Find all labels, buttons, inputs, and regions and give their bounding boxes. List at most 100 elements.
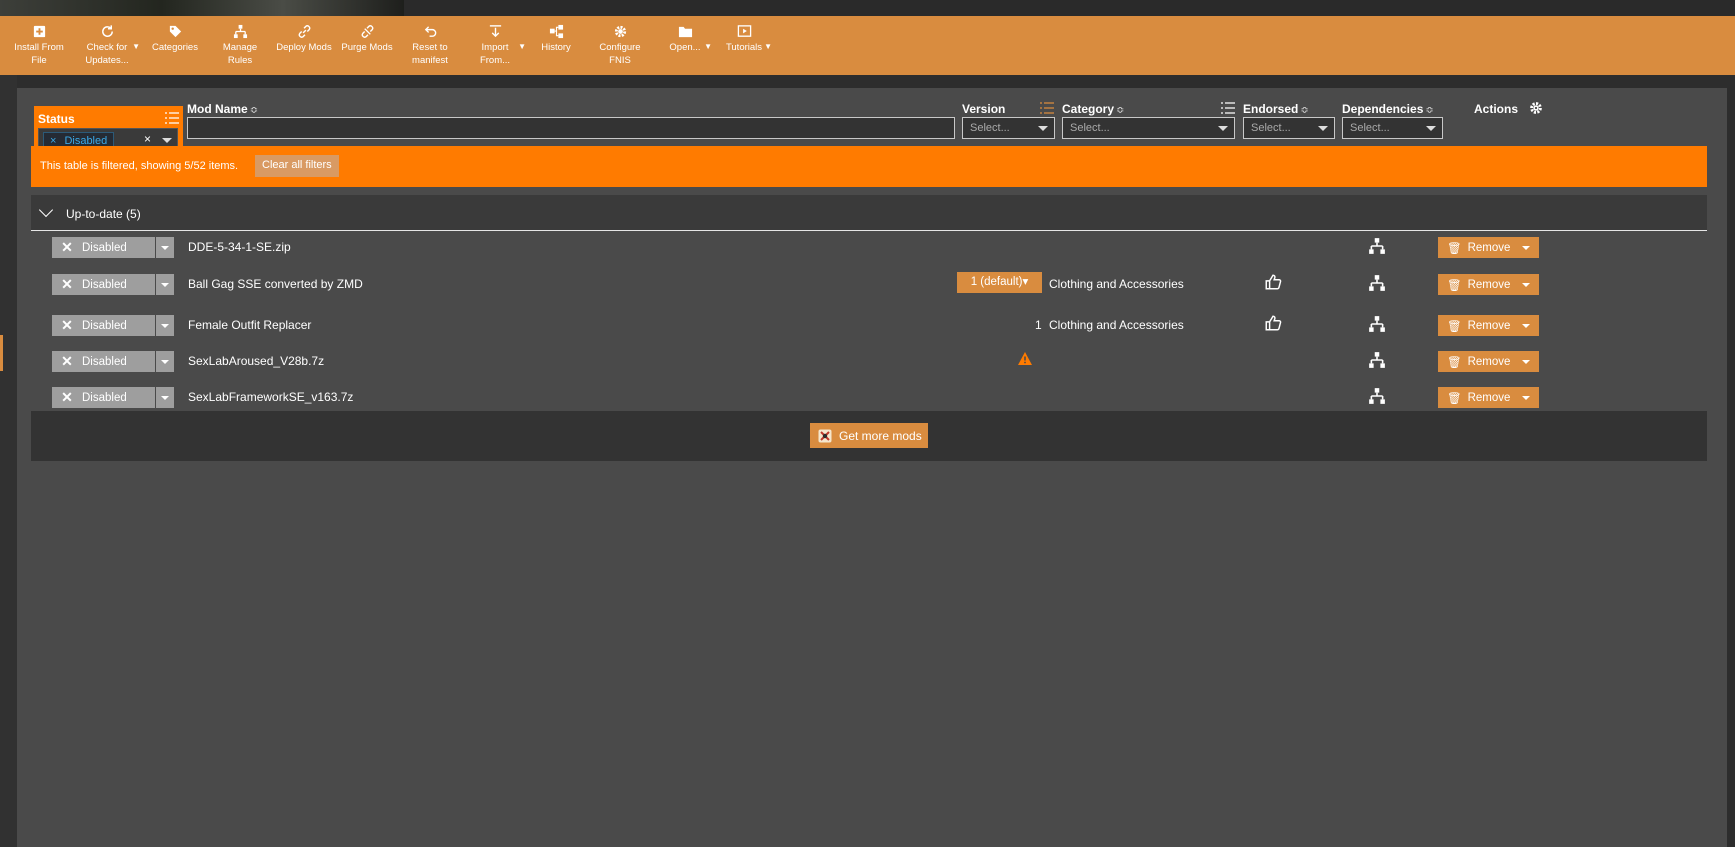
filter-banner: This table is filtered, showing 5/52 ite… bbox=[31, 146, 1707, 187]
chevron-down-icon[interactable] bbox=[38, 202, 54, 218]
mod-name: SexLabAroused_V28b.7z bbox=[188, 354, 325, 368]
list-filter-icon[interactable] bbox=[1221, 102, 1235, 114]
status-dropdown-button[interactable] bbox=[156, 315, 174, 336]
thumbs-up-icon[interactable] bbox=[1264, 273, 1282, 291]
chevron-down-icon[interactable] bbox=[162, 138, 172, 143]
remove-dropdown-button[interactable] bbox=[1513, 351, 1539, 372]
dependencies-icon[interactable] bbox=[1368, 274, 1386, 292]
endorsed-header[interactable]: Endorsed ≎ bbox=[1243, 102, 1309, 116]
thumbs-up-icon[interactable] bbox=[1264, 314, 1282, 332]
list-filter-icon[interactable] bbox=[165, 112, 179, 124]
dependencies-icon[interactable] bbox=[1368, 351, 1386, 369]
import-from-button[interactable]: Import From... ▼ bbox=[462, 16, 528, 75]
history-button[interactable]: History bbox=[528, 16, 584, 75]
remove-dropdown-button[interactable] bbox=[1513, 315, 1539, 336]
category-label: Clothing and Accessories bbox=[1049, 277, 1184, 291]
caret-down-icon: ▼ bbox=[132, 42, 140, 51]
open-button[interactable]: Open... ▼ bbox=[656, 16, 714, 75]
remove-label: Remove bbox=[1467, 241, 1511, 254]
chip-remove-icon[interactable]: × bbox=[50, 135, 56, 147]
chevron-down-icon bbox=[1522, 360, 1530, 364]
sort-icon: ≎ bbox=[249, 105, 259, 116]
dependencies-filter-select[interactable]: Select... bbox=[1342, 117, 1443, 139]
list-filter-icon[interactable] bbox=[1040, 102, 1054, 114]
link-icon bbox=[298, 25, 310, 38]
tutorials-button[interactable]: Tutorials ▼ bbox=[714, 16, 774, 75]
version-filter-select[interactable]: Select... bbox=[962, 117, 1055, 139]
status-header-label: Status bbox=[38, 112, 75, 126]
gear-icon bbox=[614, 25, 626, 38]
dependencies-icon[interactable] bbox=[1368, 237, 1386, 255]
remove-label: Remove bbox=[1467, 391, 1511, 404]
check-updates-button[interactable]: Check for Updates... ▼ bbox=[72, 16, 142, 75]
status-dropdown-button[interactable] bbox=[156, 274, 174, 295]
mod-name-header[interactable]: Mod Name ≎ bbox=[187, 102, 258, 116]
remove-dropdown-button[interactable] bbox=[1513, 274, 1539, 295]
clear-filter-icon[interactable]: × bbox=[144, 132, 151, 146]
manage-rules-button[interactable]: Manage Rules bbox=[208, 16, 272, 75]
table-row[interactable]: ✕ Disabled Female Outfit Replacer 1 Cloth… bbox=[31, 307, 1707, 343]
column-settings-gear-icon[interactable] bbox=[1529, 101, 1543, 115]
remove-label: Remove bbox=[1467, 319, 1511, 332]
table-row[interactable]: ✕ Disabled SexLabFrameworkSE_v163.7z 🗑 Rem… bbox=[31, 379, 1707, 415]
filter-banner-text: This table is filtered, showing 5/52 ite… bbox=[40, 160, 239, 172]
table-row[interactable]: ✕ Disabled SexLabAroused_V28b.7z 🗑 Remove bbox=[31, 343, 1707, 379]
purge-mods-button[interactable]: Purge Mods bbox=[336, 16, 398, 75]
remove-label: Remove bbox=[1467, 355, 1511, 368]
mods-panel: Status × Disabled × Mod Name ≎ Version Se… bbox=[17, 88, 1727, 847]
remove-button[interactable]: 🗑 Remove bbox=[1438, 237, 1519, 258]
dependencies-icon[interactable] bbox=[1368, 387, 1386, 405]
status-label: Disabled bbox=[82, 278, 127, 291]
version-dropdown-button[interactable]: 1 (default)▾ bbox=[957, 272, 1042, 293]
remove-button[interactable]: 🗑 Remove bbox=[1438, 315, 1519, 336]
status-dropdown-button[interactable] bbox=[156, 387, 174, 408]
get-more-mods-button[interactable]: Get more mods bbox=[810, 423, 928, 448]
status-label: Disabled bbox=[82, 355, 127, 368]
active-nav-marker bbox=[0, 335, 3, 371]
remove-dropdown-button[interactable] bbox=[1513, 387, 1539, 408]
dependencies-header[interactable]: Dependencies ≎ bbox=[1342, 102, 1434, 116]
remove-button[interactable]: 🗑 Remove bbox=[1438, 274, 1519, 295]
status-toggle-button[interactable]: ✕ Disabled bbox=[52, 351, 155, 372]
chevron-down-icon bbox=[161, 246, 169, 250]
caret-down-icon: ▼ bbox=[764, 42, 772, 51]
deploy-mods-button[interactable]: Deploy Mods bbox=[272, 16, 336, 75]
clear-all-filters-button[interactable]: Clear all filters bbox=[255, 155, 339, 177]
trash-icon: 🗑 bbox=[1447, 392, 1462, 405]
configure-fnis-button[interactable]: Configure FNIS bbox=[584, 16, 656, 75]
status-toggle-button[interactable]: ✕ Disabled bbox=[52, 237, 155, 258]
warning-icon[interactable] bbox=[1017, 351, 1033, 366]
trash-icon: 🗑 bbox=[1447, 279, 1462, 292]
group-header[interactable]: Up-to-date (5) bbox=[31, 195, 1707, 231]
remove-button[interactable]: 🗑 Remove bbox=[1438, 351, 1519, 372]
status-toggle-button[interactable]: ✕ Disabled bbox=[52, 274, 155, 295]
select-placeholder: Select... bbox=[1070, 122, 1110, 134]
install-from-file-button[interactable]: Install From File bbox=[6, 16, 72, 75]
select-placeholder: Select... bbox=[1350, 122, 1390, 134]
sort-icon: ≎ bbox=[1300, 105, 1309, 116]
status-dropdown-button[interactable] bbox=[156, 351, 174, 372]
reset-to-manifest-button[interactable]: Reset to manifest bbox=[398, 16, 462, 75]
table-row[interactable]: ✕ Disabled Ball Gag SSE converted by ZMD … bbox=[31, 266, 1707, 302]
version-header[interactable]: Version bbox=[962, 102, 1005, 116]
select-placeholder: Select... bbox=[970, 122, 1010, 134]
status-dropdown-button[interactable] bbox=[156, 237, 174, 258]
categories-button[interactable]: Categories bbox=[142, 16, 208, 75]
plus-box-icon bbox=[33, 25, 45, 38]
history-icon bbox=[549, 24, 563, 39]
mod-name-filter-input[interactable] bbox=[187, 117, 955, 139]
status-toggle-button[interactable]: ✕ Disabled bbox=[52, 387, 155, 408]
mod-name: SexLabFrameworkSE_v163.7z bbox=[188, 390, 354, 404]
status-label: Disabled bbox=[82, 241, 127, 254]
chevron-down-icon bbox=[1522, 246, 1530, 250]
table-row[interactable]: ✕ Disabled DDE-5-34-1-SE.zip 🗑 Remove bbox=[31, 229, 1707, 265]
remove-dropdown-button[interactable] bbox=[1513, 237, 1539, 258]
endorsed-filter-select[interactable]: Select... bbox=[1243, 117, 1335, 139]
chip-label: Disabled bbox=[64, 134, 108, 147]
remove-button[interactable]: 🗑 Remove bbox=[1438, 387, 1519, 408]
dependencies-icon[interactable] bbox=[1368, 315, 1386, 333]
category-header[interactable]: Category ≎ bbox=[1062, 102, 1124, 116]
status-toggle-button[interactable]: ✕ Disabled bbox=[52, 315, 155, 336]
category-filter-select[interactable]: Select... bbox=[1062, 117, 1235, 139]
undo-icon bbox=[424, 26, 436, 37]
